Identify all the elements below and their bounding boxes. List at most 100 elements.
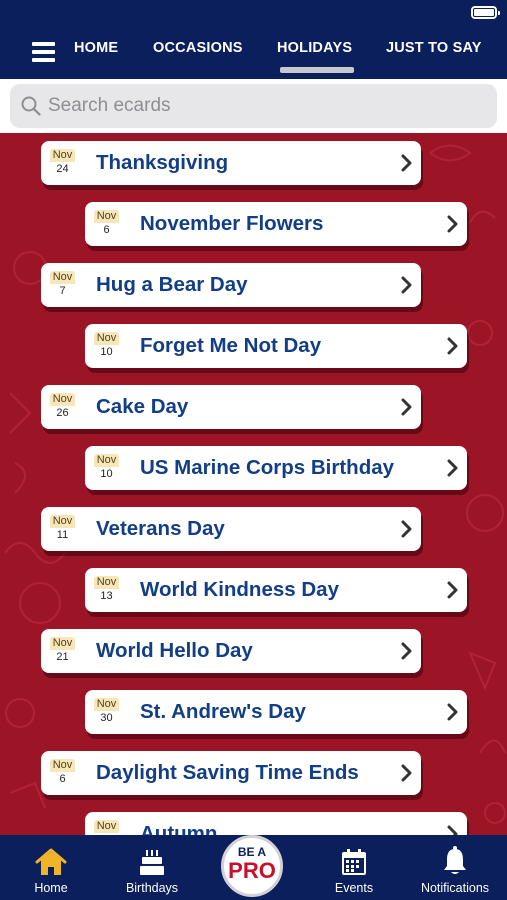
chevron-right-icon — [401, 154, 412, 172]
tabbar-home-label: Home — [34, 881, 68, 895]
date-month: Nov — [50, 393, 75, 406]
calendar-icon — [342, 849, 366, 875]
date-month: Nov — [94, 698, 119, 711]
date-month: Nov — [50, 759, 75, 772]
date-badge: Nov 6 — [94, 210, 119, 238]
search-icon — [21, 96, 41, 116]
tabbar-home[interactable]: Home — [6, 843, 96, 895]
list-item[interactable]: Nov 24 Thanksgiving — [41, 141, 421, 185]
chevron-right-icon — [401, 520, 412, 538]
search-box[interactable] — [10, 84, 497, 128]
list-item[interactable]: Nov Autumn — [85, 812, 467, 835]
list-item-title: November Flowers — [140, 212, 324, 235]
bell-icon — [444, 846, 466, 874]
list-item-title: Hug a Bear Day — [96, 273, 248, 296]
chevron-right-icon — [447, 215, 458, 233]
tabbar-birthdays-label: Birthdays — [125, 881, 179, 895]
list-item-title: World Hello Day — [96, 639, 253, 662]
list-item-title: Thanksgiving — [96, 151, 229, 174]
list-item-title: US Marine Corps Birthday — [140, 456, 395, 479]
chevron-right-icon — [401, 642, 412, 660]
list-item-title: Veterans Day — [96, 517, 225, 540]
tabbar-birthdays[interactable]: Birthdays — [107, 843, 197, 895]
tab-just-to-say[interactable]: JUST TO SAY — [386, 40, 482, 56]
date-day: 6 — [59, 773, 66, 785]
date-badge: Nov 26 — [50, 393, 75, 421]
tabbar-notifications[interactable]: Notifications — [410, 843, 500, 895]
chevron-right-icon — [447, 581, 458, 599]
bottom-tab-bar: Home Birthdays BE A PRO Events Notificat… — [0, 835, 507, 900]
tabbar-events-label: Events — [334, 881, 374, 895]
cake-icon — [140, 850, 164, 875]
date-badge: Nov 21 — [50, 637, 75, 665]
list-item[interactable]: Nov 30 St. Andrew's Day — [85, 690, 467, 734]
list-item[interactable]: Nov 11 Veterans Day — [41, 507, 421, 551]
list-item[interactable]: Nov 6 November Flowers — [85, 202, 467, 246]
chevron-right-icon — [401, 276, 412, 294]
date-day: 24 — [56, 163, 69, 175]
date-month: Nov — [50, 637, 75, 650]
pro-line1: BE A — [237, 845, 267, 859]
search-bar — [0, 79, 507, 133]
date-month: Nov — [50, 149, 75, 162]
battery-icon — [471, 6, 500, 19]
list-item-title: Daylight Saving Time Ends — [96, 761, 359, 784]
holiday-list[interactable]: Nov 24 Thanksgiving Nov 6 November Flowers… — [0, 133, 507, 835]
date-month: Nov — [94, 820, 119, 833]
date-month: Nov — [94, 332, 119, 345]
chevron-right-icon — [447, 337, 458, 355]
list-item[interactable]: Nov 10 US Marine Corps Birthday — [85, 446, 467, 490]
date-badge: Nov 7 — [50, 271, 75, 299]
list-item[interactable]: Nov 26 Cake Day — [41, 385, 421, 429]
list-item-title: Autumn — [140, 822, 218, 835]
chevron-right-icon — [401, 764, 412, 782]
active-tab-indicator — [280, 67, 354, 73]
list-item-title: St. Andrew's Day — [140, 700, 306, 723]
tabbar-events[interactable]: Events — [309, 843, 399, 895]
date-day: 10 — [100, 346, 113, 358]
date-day: 10 — [100, 468, 113, 480]
date-month: Nov — [94, 576, 119, 589]
list-item-title: Forget Me Not Day — [140, 334, 322, 357]
list-item[interactable]: Nov 7 Hug a Bear Day — [41, 263, 421, 307]
date-month: Nov — [94, 210, 119, 223]
pro-line2: PRO — [228, 858, 276, 883]
chevron-right-icon — [447, 703, 458, 721]
date-month: Nov — [94, 454, 119, 467]
date-badge: Nov — [94, 820, 119, 835]
chevron-right-icon — [447, 825, 458, 835]
list-item[interactable]: Nov 21 World Hello Day — [41, 629, 421, 673]
menu-icon[interactable] — [32, 42, 55, 62]
list-item[interactable]: Nov 10 Forget Me Not Day — [85, 324, 467, 368]
be-a-pro-button[interactable]: BE A PRO — [221, 835, 283, 897]
chevron-right-icon — [401, 398, 412, 416]
list-item-title: World Kindness Day — [140, 578, 339, 601]
tab-home[interactable]: HOME — [74, 40, 118, 56]
tab-holidays[interactable]: HOLIDAYS — [277, 40, 352, 56]
date-badge: Nov 24 — [50, 149, 75, 177]
date-day: 21 — [56, 651, 69, 663]
date-badge: Nov 13 — [94, 576, 119, 604]
list-item[interactable]: Nov 13 World Kindness Day — [85, 568, 467, 612]
tabbar-notifications-label: Notifications — [420, 881, 490, 895]
date-day: 26 — [56, 407, 69, 419]
date-badge: Nov 30 — [94, 698, 119, 726]
list-item-title: Cake Day — [96, 395, 189, 418]
date-month: Nov — [50, 271, 75, 284]
date-badge: Nov 11 — [50, 515, 75, 543]
date-badge: Nov 10 — [94, 454, 119, 482]
home-icon — [35, 848, 67, 875]
date-day: 11 — [56, 529, 69, 541]
top-navigation: HOME OCCASIONS HOLIDAYS JUST TO SAY — [0, 24, 507, 79]
date-day: 13 — [100, 590, 113, 602]
date-day: 30 — [100, 712, 113, 724]
chevron-right-icon — [447, 459, 458, 477]
date-badge: Nov 10 — [94, 332, 119, 360]
date-day: 6 — [103, 224, 110, 236]
list-item[interactable]: Nov 6 Daylight Saving Time Ends — [41, 751, 421, 795]
date-badge: Nov 6 — [50, 759, 75, 787]
date-month: Nov — [50, 515, 75, 528]
status-bar — [0, 0, 507, 24]
tab-occasions[interactable]: OCCASIONS — [153, 40, 243, 56]
search-input[interactable] — [48, 91, 478, 121]
